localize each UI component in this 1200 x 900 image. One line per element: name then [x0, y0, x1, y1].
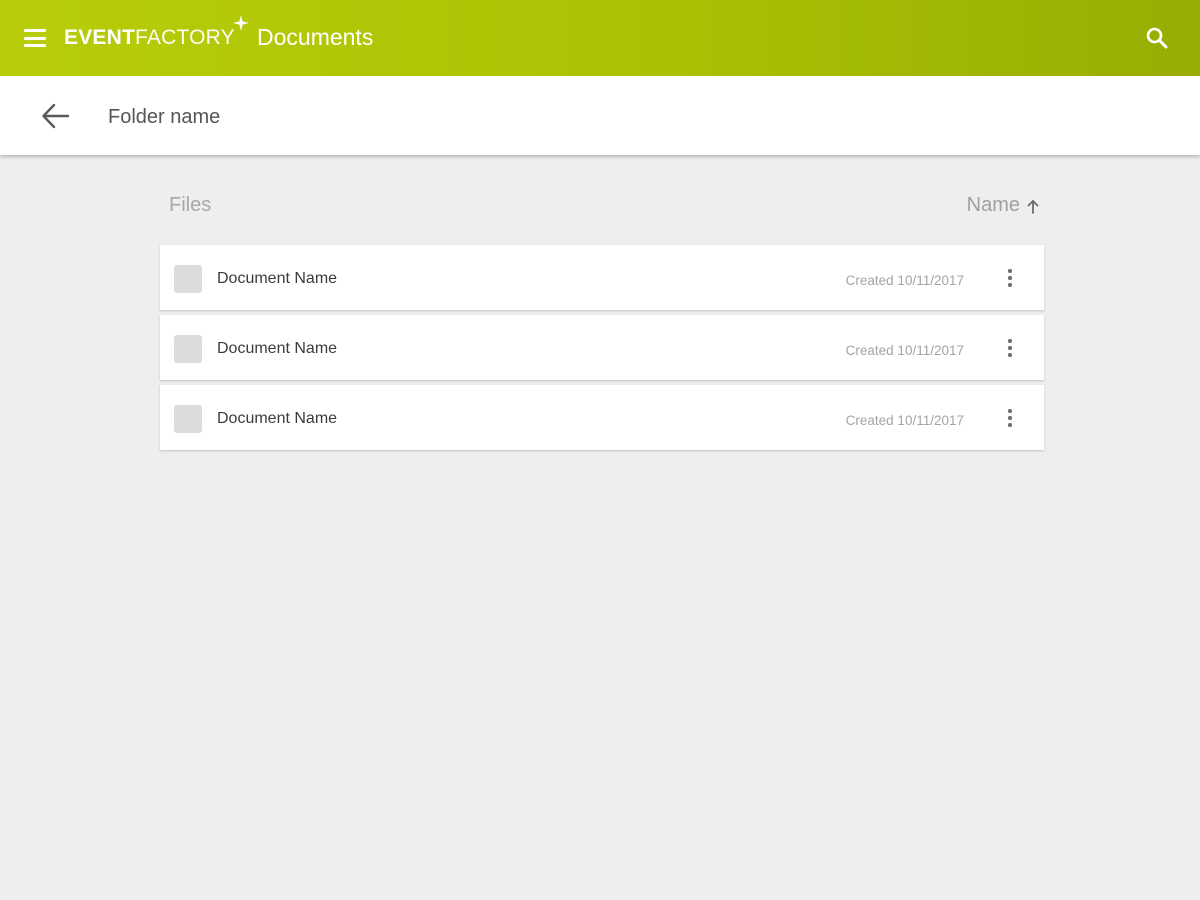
- more-dot: [1008, 339, 1012, 343]
- file-created-date: Created 10/11/2017: [845, 343, 964, 358]
- sparkle-icon: [232, 15, 249, 31]
- search-icon[interactable]: [1144, 25, 1170, 51]
- document-thumbnail: [174, 405, 202, 433]
- back-arrow-glyph: [42, 103, 70, 129]
- brand-logo-bold: EVENT: [64, 26, 136, 49]
- more-dot: [1008, 269, 1012, 273]
- folder-toolbar: Folder name: [0, 76, 1200, 155]
- more-dot: [1008, 276, 1012, 280]
- more-dot: [1008, 423, 1012, 427]
- document-thumbnail: [174, 335, 202, 363]
- document-thumbnail: [174, 265, 202, 293]
- more-dot: [1008, 283, 1012, 287]
- file-list: Document Name Created 10/11/2017 Documen…: [160, 245, 1044, 455]
- list-item[interactable]: Document Name Created 10/11/2017: [160, 385, 1044, 450]
- arrow-up-icon: [1027, 199, 1039, 214]
- file-name: Document Name: [217, 410, 338, 427]
- more-vertical-icon[interactable]: [1000, 337, 1020, 359]
- more-dot: [1008, 353, 1012, 357]
- sort-label: Name: [966, 194, 1020, 216]
- list-item[interactable]: Document Name Created 10/11/2017: [160, 245, 1044, 310]
- file-created-date: Created 10/11/2017: [845, 413, 964, 428]
- hamburger-menu-icon[interactable]: [22, 27, 48, 49]
- search-icon-glyph: [1146, 27, 1168, 49]
- more-vertical-icon[interactable]: [1000, 407, 1020, 429]
- brand-logo: EVENT FACTORY: [64, 15, 249, 50]
- arrow-left-icon[interactable]: [40, 102, 70, 130]
- menu-line: [24, 44, 46, 47]
- brand-logo-light: FACTORY: [135, 26, 235, 49]
- more-dot: [1008, 346, 1012, 350]
- file-name: Document Name: [217, 270, 338, 287]
- more-dot: [1008, 416, 1012, 420]
- file-created-date: Created 10/11/2017: [845, 273, 964, 288]
- sort-by-name-button[interactable]: Name: [967, 194, 1040, 217]
- folder-name: Folder name: [108, 106, 221, 128]
- list-item[interactable]: Document Name Created 10/11/2017: [160, 315, 1044, 380]
- app-bar: EVENT FACTORY Documents: [0, 0, 1200, 76]
- menu-line: [24, 29, 46, 32]
- more-vertical-icon[interactable]: [1000, 267, 1020, 289]
- file-name: Document Name: [217, 340, 338, 357]
- list-header: Files Name: [160, 194, 1044, 220]
- more-dot: [1008, 409, 1012, 413]
- menu-line: [24, 36, 46, 40]
- page-title: Documents: [257, 24, 374, 50]
- files-label: Files: [169, 194, 212, 216]
- app-root: EVENT FACTORY Documents Folder name Files…: [0, 0, 1200, 900]
